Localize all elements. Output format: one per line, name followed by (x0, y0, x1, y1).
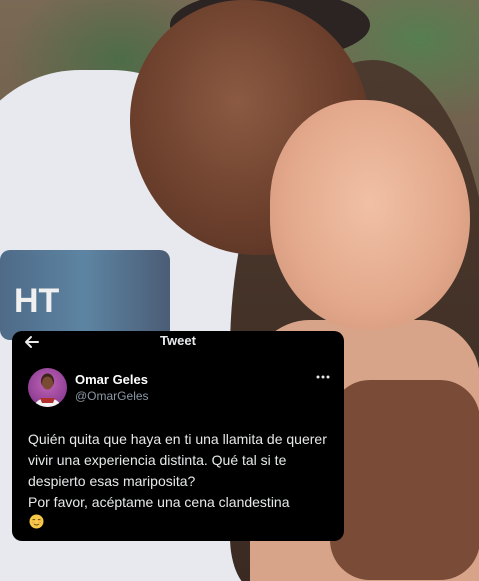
man-hand (330, 380, 479, 580)
author-display-name[interactable]: Omar Geles (75, 372, 148, 387)
more-options-icon[interactable] (315, 372, 331, 382)
tweet-header: Tweet (12, 331, 344, 353)
shirt-print-text: HT (14, 282, 60, 320)
shirt-print: HT (0, 250, 170, 340)
header-title: Tweet (160, 333, 196, 348)
tweet-card: Tweet Omar Geles @OmarGeles Quién quita … (12, 331, 344, 541)
relieved-face-icon (29, 514, 44, 529)
avatar[interactable] (28, 368, 67, 407)
avatar-person-icon (34, 373, 61, 407)
tweet-text: Quién quita que haya en ti una llamita d… (28, 431, 327, 510)
author-handle[interactable]: @OmarGeles (75, 389, 149, 403)
woman-face (270, 100, 470, 330)
